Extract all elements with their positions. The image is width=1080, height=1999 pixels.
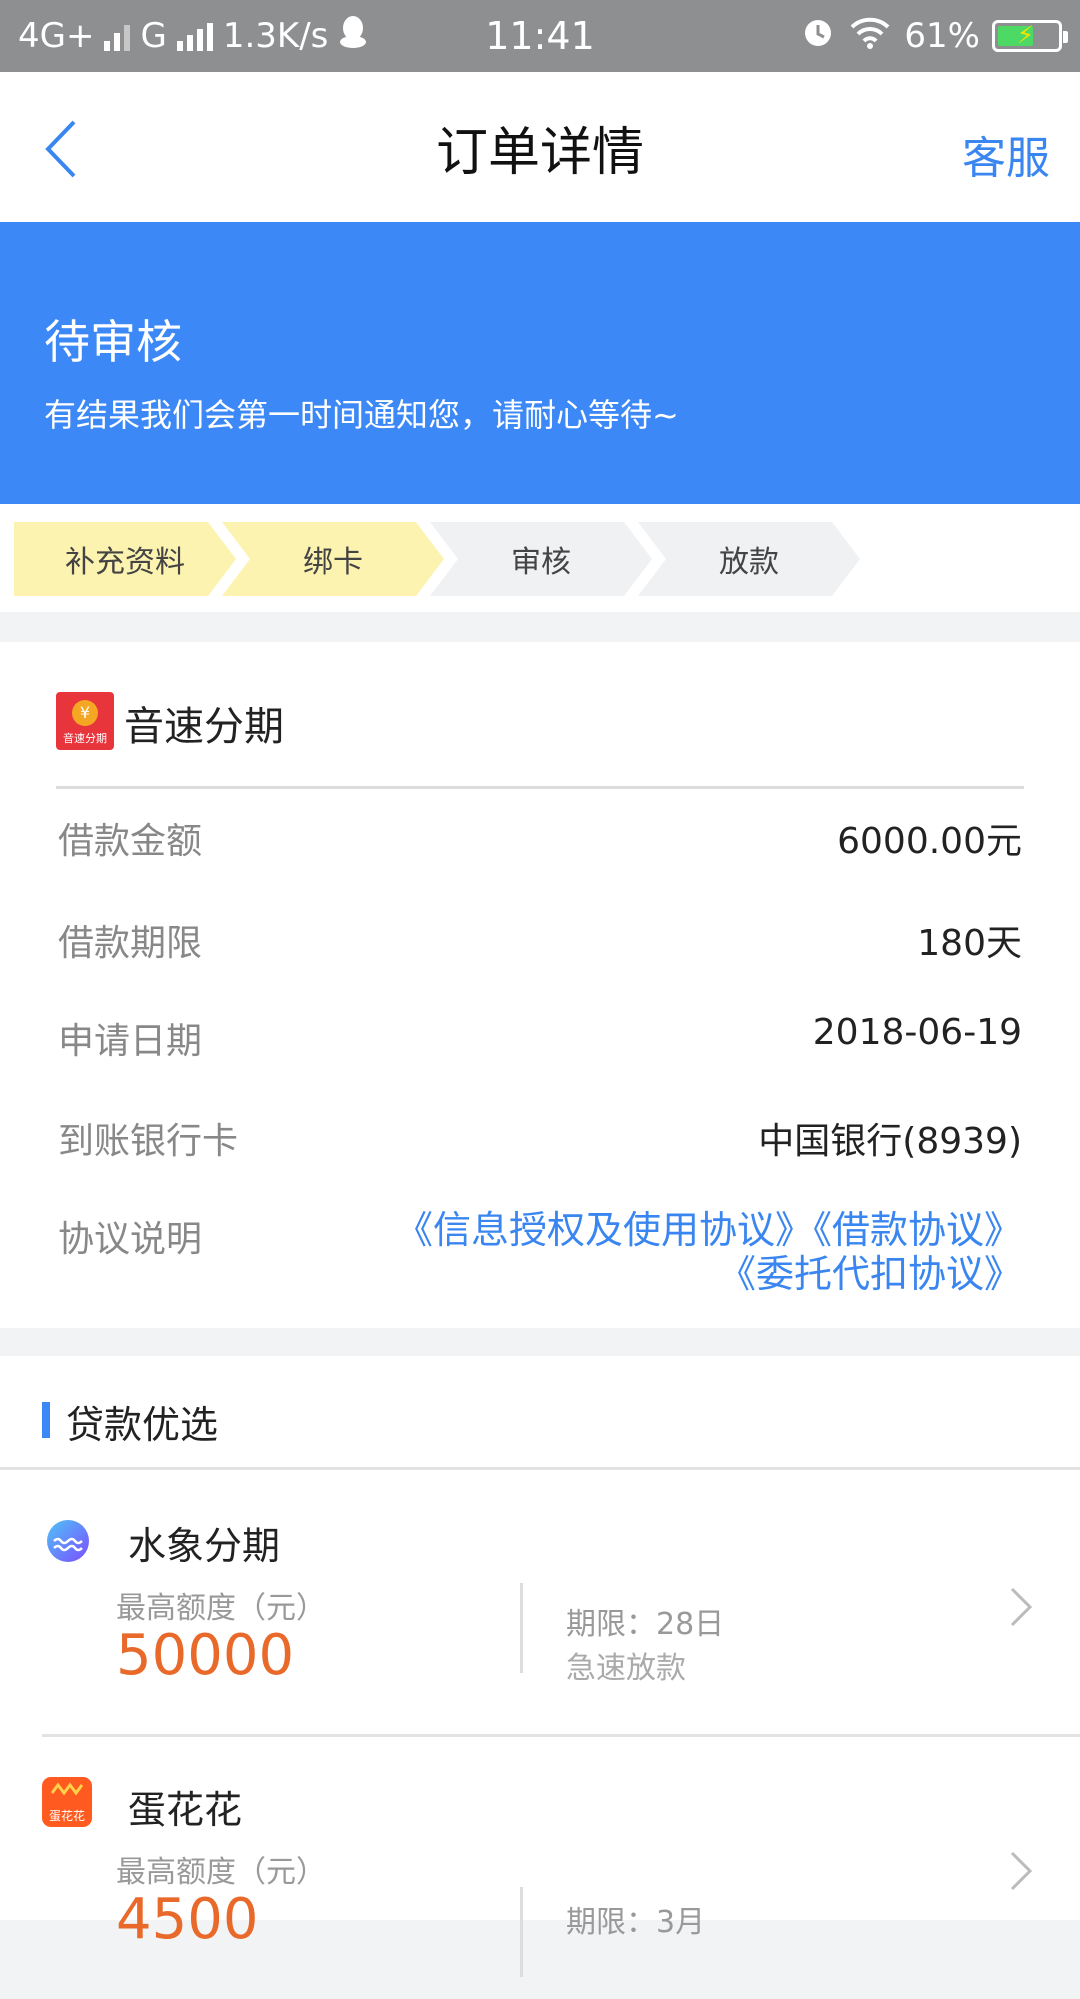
- status-title: 待审核: [44, 315, 182, 369]
- back-icon[interactable]: [38, 114, 98, 184]
- loan-term: 期限：28日: [566, 1607, 725, 1642]
- chevron-right-icon: [1006, 1849, 1036, 1893]
- quota-value: 50000: [116, 1623, 295, 1688]
- alarm-icon: [800, 14, 836, 59]
- detail-row-date: 申请日期 2018-06-19: [58, 1012, 1022, 1062]
- agreement-link-line1[interactable]: 《信息授权及使用协议》《借款协议》: [395, 1208, 1022, 1252]
- loan-name: 水象分期: [128, 1524, 281, 1568]
- detail-row-bank-card: 到账银行卡 中国银行(8939): [58, 1121, 1022, 1162]
- agreement-links: 《信息授权及使用协议》《借款协议》 《委托代扣协议》: [395, 1208, 1022, 1296]
- yen-coin-icon: ¥: [72, 700, 98, 726]
- battery-percent: 61%: [904, 16, 980, 56]
- product-name: 音速分期: [124, 704, 284, 750]
- wifi-icon: [848, 15, 892, 58]
- loan-item[interactable]: 水象分期 最高额度（元） 50000 期限：28日 急速放款: [0, 1473, 1080, 1735]
- section-title: 贷款优选: [66, 1403, 219, 1447]
- logo-text: 蛋花花: [48, 1809, 85, 1823]
- status-banner: 待审核 有结果我们会第一时间通知您，请耐心等待~: [0, 222, 1080, 504]
- water-wave-icon: [46, 1519, 90, 1563]
- step-bind-card: 绑卡: [222, 522, 444, 596]
- nav-bar: 订单详情 客服: [0, 72, 1080, 222]
- detail-row-amount: 借款金额 6000.00元: [58, 821, 1022, 862]
- section-header: 贷款优选: [0, 1356, 1080, 1470]
- chevron-right-icon: [1006, 1585, 1036, 1629]
- step-supplement-info: 补充资料: [14, 522, 236, 596]
- order-detail-card: ¥ 音速分期 音速分期 借款金额 6000.00元 借款期限 180天 申请日期…: [0, 642, 1080, 1328]
- progress-steps: 补充资料 绑卡 审核 放款: [0, 504, 1080, 612]
- loan-name: 蛋花花: [128, 1788, 243, 1832]
- status-bar: 4G+ G 1.3K/s 11:41 61% ⚡: [0, 0, 1080, 72]
- page-title: 订单详情: [435, 122, 644, 183]
- quota-label: 最高额度（元）: [116, 1855, 326, 1890]
- loan-item[interactable]: 蛋花花 蛋花花 最高额度（元） 4500 期限：3月: [0, 1737, 1080, 1999]
- product-logo: ¥ 音速分期: [56, 692, 114, 750]
- loan-feature: 急速放款: [566, 1651, 686, 1686]
- loan-term: 期限：3月: [566, 1905, 706, 1940]
- section-accent-bar: [42, 1402, 50, 1438]
- agreement-link-line2[interactable]: 《委托代扣协议》: [395, 1252, 1022, 1296]
- vertical-divider: [520, 1887, 523, 1977]
- battery-icon: ⚡: [992, 20, 1068, 52]
- customer-service-button[interactable]: 客服: [962, 122, 1050, 186]
- detail-row-term: 借款期限 180天: [58, 923, 1022, 964]
- step-disburse: 放款: [638, 522, 860, 596]
- divider: [56, 786, 1024, 789]
- loan-recommendations: 贷款优选 水象分期 最高额度（元） 50000 期限：28日 急速放款 蛋花花: [0, 1356, 1080, 1977]
- quota-label: 最高额度（元）: [116, 1591, 326, 1626]
- status-subtitle: 有结果我们会第一时间通知您，请耐心等待~: [44, 396, 679, 434]
- vertical-divider: [520, 1583, 523, 1673]
- step-review: 审核: [430, 522, 652, 596]
